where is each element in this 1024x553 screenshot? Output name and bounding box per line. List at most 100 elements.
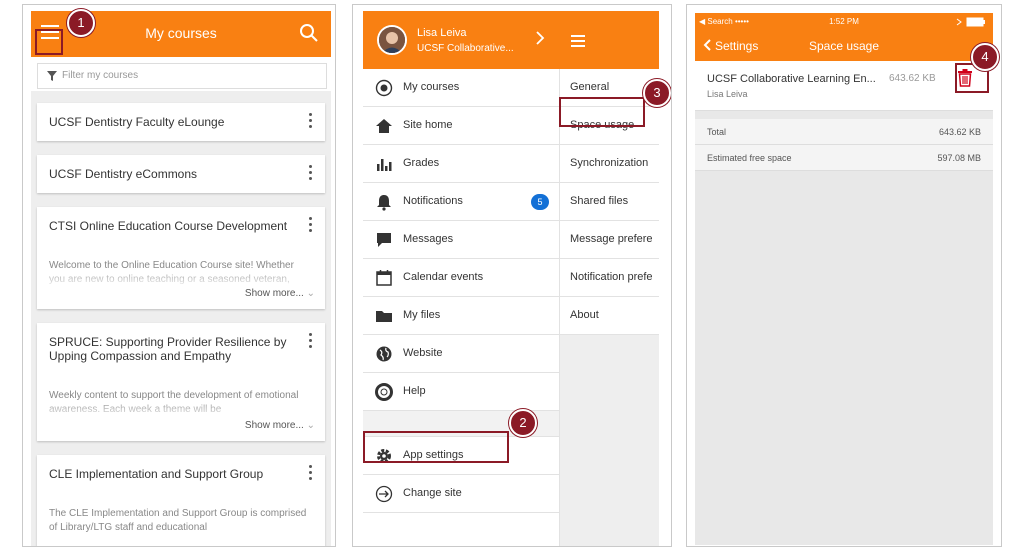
course-title: UCSF Dentistry eCommons bbox=[49, 167, 198, 181]
menu-item-label: Calendar events bbox=[403, 271, 484, 283]
app-header: ◀ Search ••••• 1:52 PM Settings Space us… bbox=[695, 13, 993, 61]
user-header[interactable]: Lisa Leiva UCSF Collaborative... bbox=[363, 11, 559, 69]
menu-item-label: Grades bbox=[403, 157, 440, 169]
menu-item-my-courses[interactable]: My courses bbox=[363, 69, 559, 107]
site-name: UCSF Collaborative Learning En... bbox=[707, 73, 876, 85]
space-usage-callout-box bbox=[559, 97, 645, 127]
row-label: Total bbox=[707, 127, 727, 137]
menu-item-label: Messages bbox=[403, 233, 454, 245]
row-value: 643.62 KB bbox=[938, 127, 981, 137]
menu-item-label: Change site bbox=[403, 487, 462, 499]
description-fade bbox=[37, 267, 325, 289]
chat-icon bbox=[377, 233, 391, 247]
course-card[interactable]: CLE Implementation and Support Group The… bbox=[37, 455, 325, 546]
menu-callout-box bbox=[35, 29, 63, 55]
course-icon bbox=[375, 79, 393, 97]
total-row: Total 643.62 KB bbox=[695, 119, 993, 145]
course-title: SPRUCE: Supporting Provider Resilience b… bbox=[49, 335, 287, 363]
space-usage-content: UCSF Collaborative Learning En... 643.62… bbox=[695, 61, 993, 545]
step-badge: 1 bbox=[67, 9, 95, 37]
submenu-item-about[interactable]: About bbox=[560, 297, 659, 335]
course-title: CTSI Online Education Course Development bbox=[49, 219, 288, 233]
free-space-row: Estimated free space 597.08 MB bbox=[695, 145, 993, 171]
submenu-item-shared-files[interactable]: Shared files bbox=[560, 183, 659, 221]
row-label: Estimated free space bbox=[707, 153, 792, 163]
avatar bbox=[377, 25, 407, 55]
menu-item-website[interactable]: Website bbox=[363, 335, 559, 373]
course-card[interactable]: UCSF Dentistry Faculty eLounge bbox=[37, 103, 325, 141]
battery-icon bbox=[956, 17, 985, 27]
step-badge: 4 bbox=[971, 43, 999, 71]
grades-icon bbox=[377, 159, 392, 171]
description-fade bbox=[37, 399, 325, 421]
app-settings-callout-box bbox=[363, 431, 509, 463]
status-bar: ◀ Search ••••• 1:52 PM bbox=[695, 15, 993, 29]
menu-item-label: Help bbox=[403, 385, 426, 397]
submenu-label: General bbox=[570, 81, 610, 93]
settings-header bbox=[559, 11, 659, 69]
course-description: The CLE Implementation and Support Group… bbox=[49, 508, 307, 533]
filter-input[interactable]: Filter my courses bbox=[37, 63, 327, 89]
user-photo-icon bbox=[379, 27, 405, 53]
filter-icon bbox=[47, 71, 57, 81]
notification-count-badge: 5 bbox=[531, 194, 549, 210]
menu-item-label: My courses bbox=[403, 81, 460, 93]
more-options-icon[interactable] bbox=[309, 333, 313, 349]
submenu-label: About bbox=[570, 309, 599, 321]
submenu-label: Message prefere bbox=[570, 233, 653, 245]
step-badge: 3 bbox=[643, 79, 671, 107]
change-site-icon bbox=[375, 485, 393, 503]
user-name: Lisa Leiva bbox=[417, 27, 467, 39]
menu-item-help[interactable]: Help bbox=[363, 373, 559, 411]
more-options-icon[interactable] bbox=[309, 113, 313, 129]
menu-item-messages[interactable]: Messages bbox=[363, 221, 559, 259]
course-title: UCSF Dentistry Faculty eLounge bbox=[49, 115, 225, 129]
submenu-item-notification-preferences[interactable]: Notification prefe bbox=[560, 259, 659, 297]
course-card[interactable]: SPRUCE: Supporting Provider Resilience b… bbox=[37, 323, 325, 441]
chevron-right-icon bbox=[536, 31, 545, 45]
row-value: 597.08 MB bbox=[937, 153, 981, 163]
menu-item-notifications[interactable]: Notifications 5 bbox=[363, 183, 559, 221]
lifebuoy-icon bbox=[375, 383, 393, 401]
course-card[interactable]: CTSI Online Education Course Development… bbox=[37, 207, 325, 309]
menu-item-label: Notifications bbox=[403, 195, 463, 207]
site-usage-item: UCSF Collaborative Learning En... 643.62… bbox=[695, 61, 993, 111]
menu-item-site-home[interactable]: Site home bbox=[363, 107, 559, 145]
more-options-icon[interactable] bbox=[309, 217, 313, 233]
submenu-item-message-preferences[interactable]: Message prefere bbox=[560, 221, 659, 259]
menu-item-label: Website bbox=[403, 347, 443, 359]
show-more-link[interactable]: Show more... ⌄ bbox=[245, 288, 315, 299]
menu-item-label: My files bbox=[403, 309, 441, 321]
menu-item-calendar-events[interactable]: Calendar events bbox=[363, 259, 559, 297]
chevron-down-icon: ⌄ bbox=[306, 288, 315, 299]
submenu-label: Notification prefe bbox=[570, 271, 653, 283]
show-more-link[interactable]: Show more... ⌄ bbox=[245, 420, 315, 431]
status-time: 1:52 PM bbox=[829, 17, 859, 26]
search-icon[interactable] bbox=[299, 23, 319, 43]
site-user: Lisa Leiva bbox=[707, 89, 748, 99]
menu-item-grades[interactable]: Grades bbox=[363, 145, 559, 183]
course-card[interactable]: UCSF Dentistry eCommons bbox=[37, 155, 325, 193]
main-menu-screen: Lisa Leiva UCSF Collaborative... My cour… bbox=[352, 4, 672, 547]
hamburger-menu-icon[interactable] bbox=[571, 35, 585, 47]
course-title: CLE Implementation and Support Group bbox=[49, 467, 264, 481]
settings-submenu: General Space usage Synchronization Shar… bbox=[559, 69, 659, 546]
bell-icon bbox=[377, 195, 391, 211]
space-usage-screen: ◀ Search ••••• 1:52 PM Settings Space us… bbox=[686, 4, 1002, 547]
filter-placeholder: Filter my courses bbox=[62, 70, 139, 81]
more-options-icon[interactable] bbox=[309, 465, 313, 481]
menu-item-label: Site home bbox=[403, 119, 453, 131]
page-title: Space usage bbox=[808, 39, 880, 53]
more-options-icon[interactable] bbox=[309, 165, 313, 181]
step-badge: 2 bbox=[509, 409, 537, 437]
folder-icon bbox=[376, 311, 392, 322]
calendar-icon bbox=[376, 270, 392, 286]
chevron-down-icon: ⌄ bbox=[306, 420, 315, 431]
menu-item-change-site[interactable]: Change site bbox=[363, 475, 559, 513]
site-size: 643.62 KB bbox=[889, 73, 936, 84]
home-icon bbox=[376, 119, 392, 133]
menu-item-my-files[interactable]: My files bbox=[363, 297, 559, 335]
submenu-label: Synchronization bbox=[570, 157, 649, 169]
submenu-item-synchronization[interactable]: Synchronization bbox=[560, 145, 659, 183]
user-site: UCSF Collaborative... bbox=[417, 43, 514, 54]
